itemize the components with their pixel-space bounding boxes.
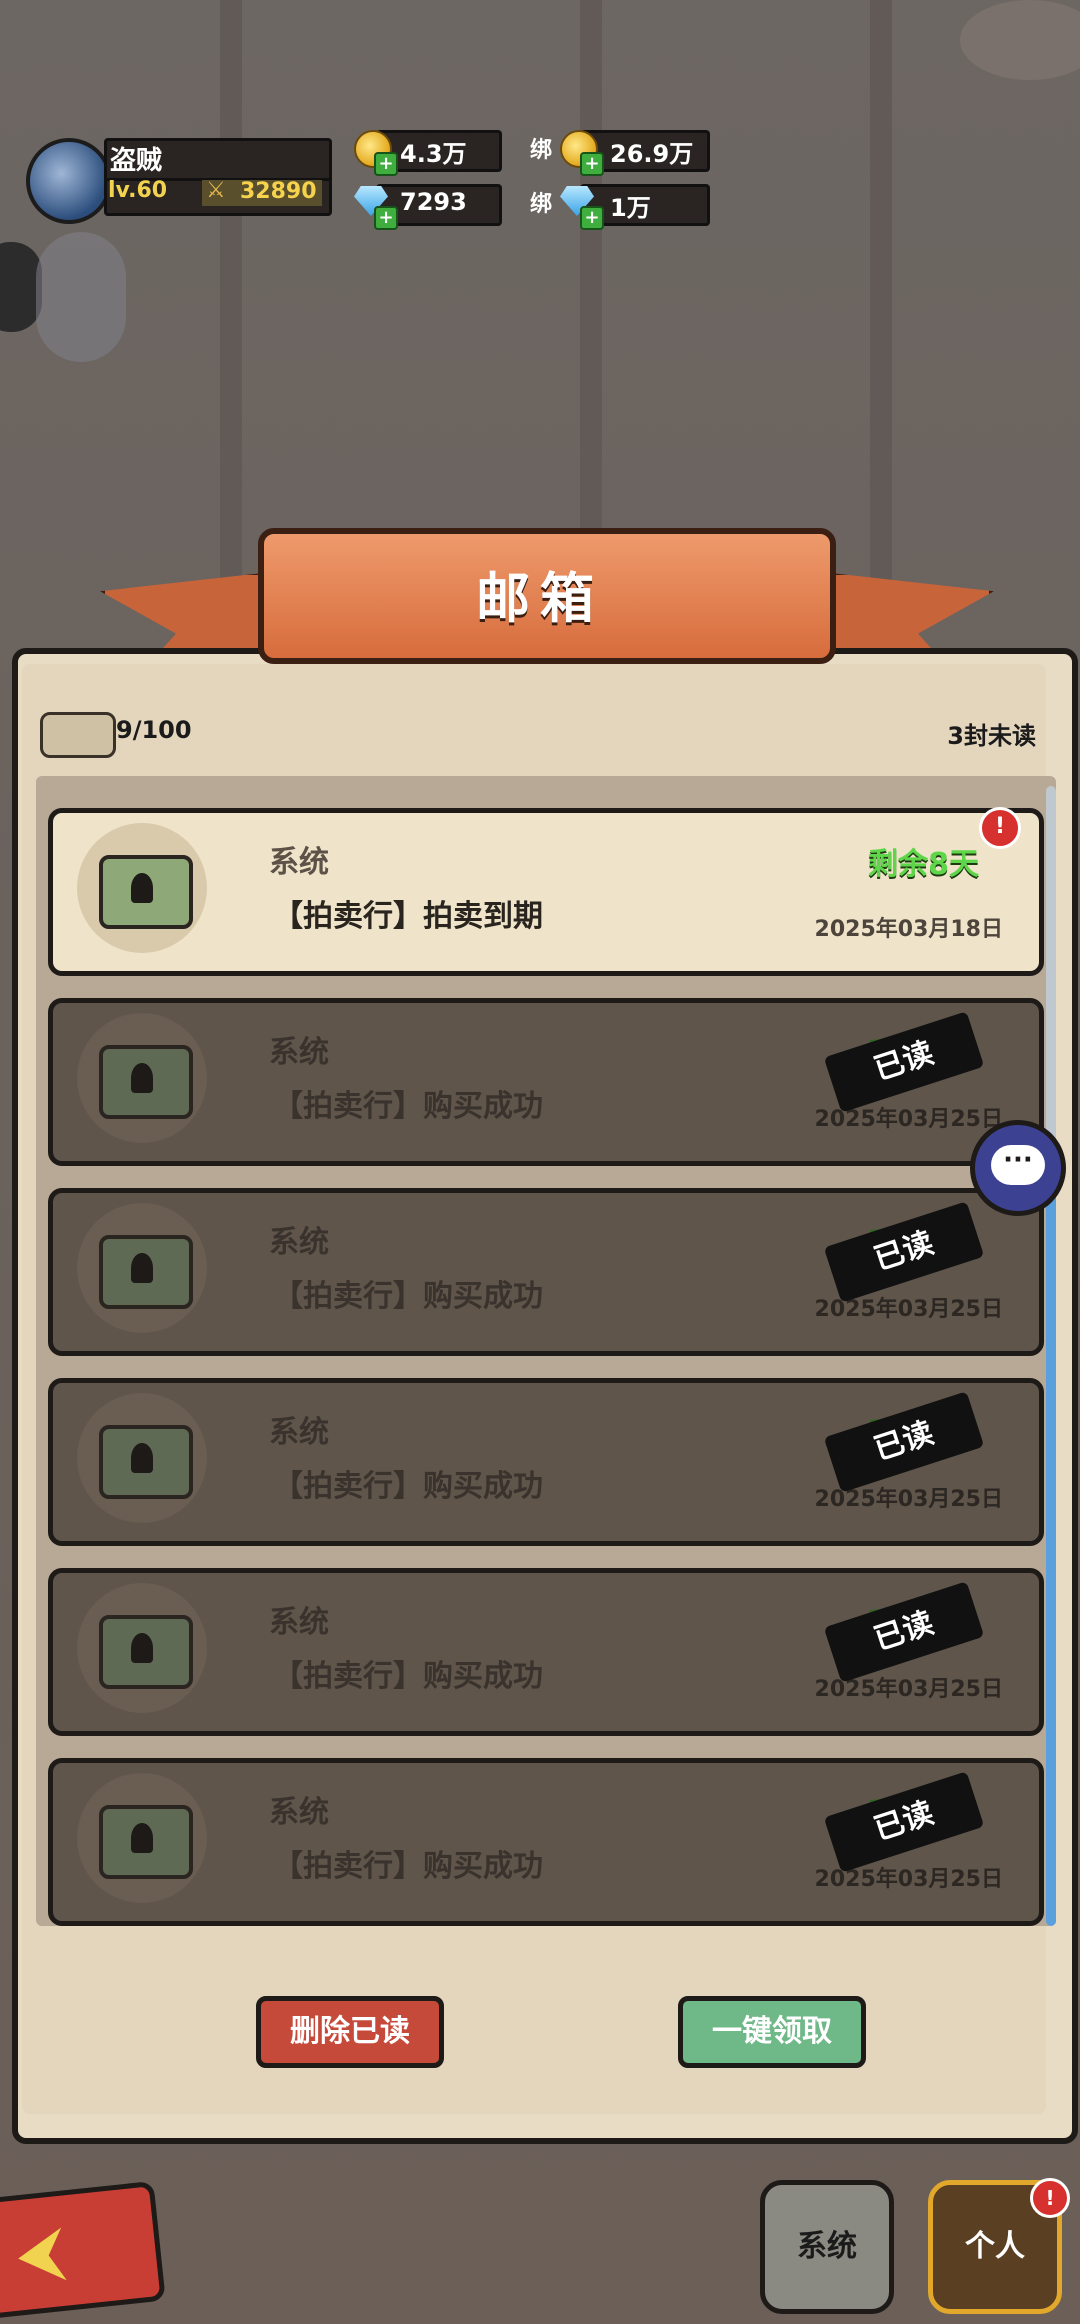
player-name: 盗贼: [110, 146, 163, 176]
chest-lock: [131, 1443, 153, 1473]
mail-item[interactable]: 系统 【拍卖行】购买成功 剩余4天 2025年03月25日 已读: [48, 1568, 1044, 1736]
arrow-left-icon: ⮜: [15, 2216, 66, 2291]
mail-subject: 【拍卖行】购买成功: [273, 1659, 543, 1694]
alert-icon: !: [979, 807, 1021, 849]
add-bound-gem-button[interactable]: +: [580, 206, 604, 230]
mail-item[interactable]: 系统 【拍卖行】购买成功 剩余4天 2025年03月25日 已读: [48, 1188, 1044, 1356]
chest-lock: [131, 873, 153, 903]
gem-amount: 7293: [400, 188, 467, 216]
bound-gold-prefix: 绑: [530, 138, 553, 163]
mail-sender: 系统: [269, 845, 329, 880]
read-stamp: 已读: [823, 1201, 985, 1303]
mail-item[interactable]: 系统 【拍卖行】购买成功 剩余4天 2025年03月25日 已读: [48, 1378, 1044, 1546]
add-gold-button[interactable]: +: [374, 152, 398, 176]
chest-icon: [77, 1393, 207, 1523]
player-level: lv.60: [108, 178, 168, 203]
chest-lock: [131, 1063, 153, 1093]
mail-sender: 系统: [269, 1415, 329, 1450]
scroll-icon: [40, 712, 116, 758]
claim-all-button[interactable]: 一键领取: [678, 1996, 866, 2068]
mail-sender: 系统: [269, 1795, 329, 1830]
mail-sender: 系统: [269, 1035, 329, 1070]
mail-subject: 【拍卖行】购买成功: [273, 1849, 543, 1884]
chest-icon: [77, 823, 207, 953]
mail-count: 9/100: [116, 716, 192, 744]
mail-subject: 【拍卖行】购买成功: [273, 1469, 543, 1504]
chest-icon: [77, 1773, 207, 1903]
chat-button[interactable]: ···: [970, 1120, 1066, 1216]
mail-subject: 【拍卖行】购买成功: [273, 1279, 543, 1314]
player-power: 32890: [240, 179, 317, 204]
chest-lock: [131, 1823, 153, 1853]
scrollbar-thumb[interactable]: [1046, 1160, 1056, 1926]
mail-item[interactable]: 系统 【拍卖行】购买成功 剩余4天 2025年03月25日 已读: [48, 1758, 1044, 1926]
mail-remaining: 剩余8天: [868, 847, 979, 882]
player-avatar[interactable]: [26, 138, 112, 224]
mail-subject: 【拍卖行】拍卖到期: [273, 899, 543, 934]
mail-subject: 【拍卖行】购买成功: [273, 1089, 543, 1124]
chest-icon: [77, 1013, 207, 1143]
read-stamp: 已读: [823, 1771, 985, 1873]
read-stamp: 已读: [823, 1391, 985, 1493]
background-rock: [960, 0, 1080, 80]
mail-list[interactable]: 系统 【拍卖行】拍卖到期 剩余8天 2025年03月18日 ! 系统 【拍卖行】…: [36, 776, 1056, 1926]
mail-sender: 系统: [269, 1225, 329, 1260]
chat-icon: ···: [991, 1145, 1045, 1185]
chest-icon: [77, 1203, 207, 1333]
delete-read-button[interactable]: 删除已读: [256, 1996, 444, 2068]
unread-count: 3封未读: [947, 722, 1036, 750]
read-stamp: 已读: [823, 1581, 985, 1683]
bound-gem-prefix: 绑: [530, 192, 553, 217]
add-gem-button[interactable]: +: [374, 206, 398, 230]
sword-icon: ⚔: [206, 178, 226, 203]
tab-system[interactable]: 系统: [760, 2180, 894, 2314]
read-stamp: 已读: [823, 1011, 985, 1113]
bound-gold-amount: 26.9万: [610, 140, 694, 168]
gold-amount: 4.3万: [400, 140, 467, 168]
bound-gem-amount: 1万: [610, 194, 651, 222]
mail-item[interactable]: 系统 【拍卖行】购买成功 剩余4天 2025年03月25日 已读: [48, 998, 1044, 1166]
page-title: 邮箱: [476, 567, 604, 630]
chest-icon: [77, 1583, 207, 1713]
chest-lock: [131, 1253, 153, 1283]
alert-icon: !: [1030, 2178, 1070, 2218]
mail-item[interactable]: 系统 【拍卖行】拍卖到期 剩余8天 2025年03月18日 !: [48, 807, 1044, 976]
add-bound-gold-button[interactable]: +: [580, 152, 604, 176]
back-button[interactable]: ⮜: [0, 2180, 166, 2320]
device-signal-icon[interactable]: [36, 232, 126, 362]
chest-lock: [131, 1633, 153, 1663]
mail-sender: 系统: [269, 1605, 329, 1640]
mail-date: 2025年03月18日: [814, 917, 1003, 942]
